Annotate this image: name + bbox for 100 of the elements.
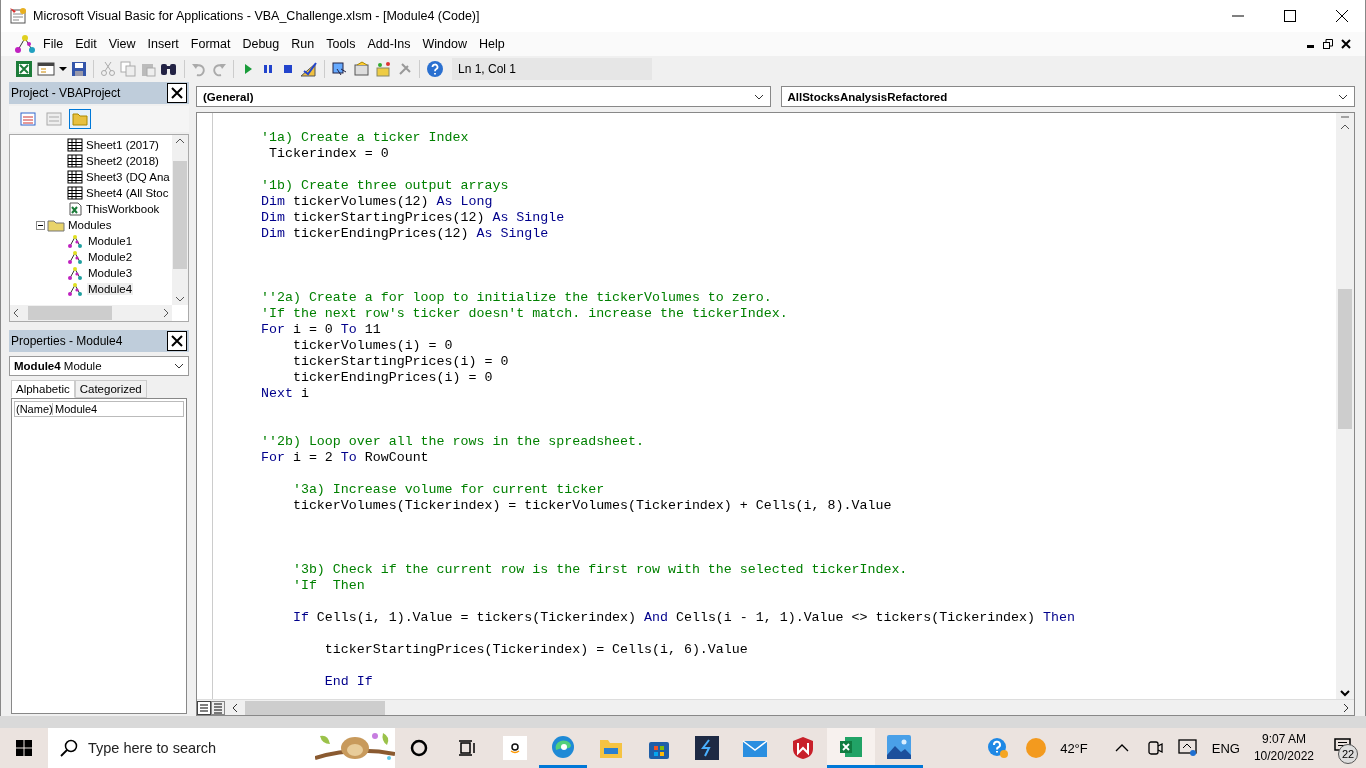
menu-item[interactable]: View <box>102 35 142 53</box>
code-line: tickerEndingPrices(i) = 0 <box>291 370 493 385</box>
tree-item[interactable]: Sheet1 (2017) <box>85 139 160 151</box>
folder-icon <box>599 737 623 759</box>
module-icon <box>67 266 85 280</box>
circle-icon <box>410 739 428 757</box>
help-icon <box>987 737 1010 759</box>
browser-icon <box>551 734 575 759</box>
tree-item[interactable]: Sheet3 (DQ Ana <box>85 171 171 183</box>
close-icon <box>1336 10 1348 22</box>
code-comment: ''2b) Loop over all the rows in the spreadsheet. <box>261 434 644 449</box>
property-value[interactable]: Module4 <box>53 403 98 415</box>
code-line: For i = 0 To 11 <box>261 322 381 337</box>
scroll-right-icon[interactable] <box>1342 702 1350 713</box>
tree-item[interactable]: Sheet4 (All Stoc <box>85 187 170 199</box>
scroll-up-icon[interactable] <box>1340 123 1350 131</box>
panel-title: Project - VBAProject <box>11 86 121 100</box>
save-icon[interactable] <box>71 61 87 77</box>
tree-item[interactable]: Module3 <box>87 267 134 279</box>
scrollbar-thumb[interactable] <box>1338 289 1352 429</box>
module-icon <box>67 282 85 296</box>
search-bar[interactable]: Type here to search <box>48 728 395 768</box>
sheet-icon <box>67 186 83 200</box>
temperature[interactable]: 42°F <box>1054 740 1094 756</box>
folder-icon <box>72 112 88 126</box>
menu-item[interactable]: Window <box>416 35 473 53</box>
spreadsheet-icon <box>839 735 863 758</box>
tree-item[interactable]: Sheet2 (2018) <box>85 155 160 167</box>
scrollbar-thumb[interactable] <box>245 700 385 715</box>
form-icon[interactable] <box>37 61 55 77</box>
project-explorer-icon[interactable] <box>331 61 349 77</box>
sheet-icon <box>67 154 83 168</box>
menu-item[interactable]: Format <box>184 35 237 53</box>
help-icon[interactable] <box>426 60 444 78</box>
panel-title: Properties - Module4 <box>11 334 123 348</box>
property-name: (Name) <box>15 403 53 415</box>
photos-icon <box>887 734 911 759</box>
code-line: Tickerindex = 0 <box>267 146 389 161</box>
code-line: tickerVolumes(i) = 0 <box>291 338 453 353</box>
design-mode-icon[interactable] <box>300 61 318 77</box>
tab[interactable]: Categorized <box>74 380 147 398</box>
module-icon <box>67 250 85 264</box>
close-icon <box>1341 39 1351 49</box>
excel-icon[interactable] <box>15 60 33 78</box>
object-dropdown[interactable]: Module4 Module <box>9 356 189 376</box>
menu-item[interactable]: Help <box>472 35 511 53</box>
menu-item[interactable]: Run <box>285 35 321 53</box>
procedure-view-icon[interactable] <box>197 700 211 715</box>
windows-icon <box>16 740 32 756</box>
language-indicator[interactable]: ENG <box>1205 740 1246 756</box>
chevron-down-icon <box>1338 92 1348 101</box>
notification-button[interactable]: 22 <box>1322 728 1366 768</box>
find-icon[interactable] <box>160 61 178 77</box>
form-view-icon <box>46 112 62 126</box>
scroll-down-icon[interactable] <box>1340 689 1350 697</box>
menu-item[interactable]: Add-Ins <box>361 35 417 53</box>
collapse-icon[interactable] <box>36 220 45 230</box>
scrollbar-thumb[interactable] <box>173 161 187 269</box>
procedure-dropdown[interactable]: AllStocksAnalysisRefactored <box>780 86 1355 107</box>
shopping-app-icon <box>503 736 527 760</box>
tree-item[interactable]: Modules <box>67 219 113 231</box>
tab[interactable]: Alphabetic <box>11 380 75 398</box>
chevron-up-icon <box>1114 744 1129 752</box>
object-browser-icon[interactable] <box>375 61 393 77</box>
module-view-icon[interactable] <box>211 700 225 715</box>
maximize-icon <box>1284 10 1296 22</box>
search-icon <box>60 739 78 757</box>
tree-item[interactable]: Module2 <box>87 251 134 263</box>
menu-item[interactable]: File <box>37 35 70 53</box>
dropdown-icon[interactable] <box>59 66 67 72</box>
folder-icon <box>47 218 65 232</box>
lightning-icon <box>695 736 719 760</box>
menu-item[interactable]: Edit <box>69 35 103 53</box>
clock[interactable]: 9:07 AM 10/20/2022 <box>1245 731 1322 765</box>
search-input[interactable]: Type here to search <box>86 739 290 757</box>
object-dropdown[interactable]: (General) <box>196 86 771 107</box>
sun-icon <box>1025 737 1048 759</box>
task-view-icon <box>458 739 476 757</box>
network-icon <box>1177 739 1198 757</box>
toggle-folders-button[interactable] <box>69 109 91 129</box>
vba-logo-icon <box>9 7 27 25</box>
scrollbar-thumb[interactable] <box>28 306 112 320</box>
code-comment: 'If the next row's ticker doesn't match. increase the tickerIndex. <box>261 306 788 321</box>
code-line: tickerStartingPrices(Tickerindex) = Cells(i, 6).Value <box>323 642 748 657</box>
code-comment: ''2a) Create a for loop to initialize the tickerVolumes to zero. <box>261 290 772 305</box>
code-view-icon <box>20 112 36 126</box>
scroll-left-icon[interactable] <box>231 702 239 713</box>
vba-menu-icon[interactable] <box>15 34 37 54</box>
code-line: Dim tickerVolumes(12) As Long <box>261 194 493 209</box>
menu-item[interactable]: Debug <box>236 35 286 53</box>
tree-item[interactable]: Module1 <box>87 235 134 247</box>
tree-item[interactable]: ThisWorkbook <box>85 203 161 215</box>
menu-item[interactable]: Insert <box>141 35 185 53</box>
tree-item[interactable]: Module4 <box>87 283 134 295</box>
menu-item[interactable]: Tools <box>320 35 362 53</box>
close-button[interactable] <box>167 331 187 351</box>
code-comment: '3b) Check if the current row is the first row with the selected tickerIndex. <box>291 562 908 577</box>
module-icon <box>67 234 85 248</box>
close-button[interactable] <box>167 83 187 103</box>
sheet-icon <box>67 170 83 184</box>
